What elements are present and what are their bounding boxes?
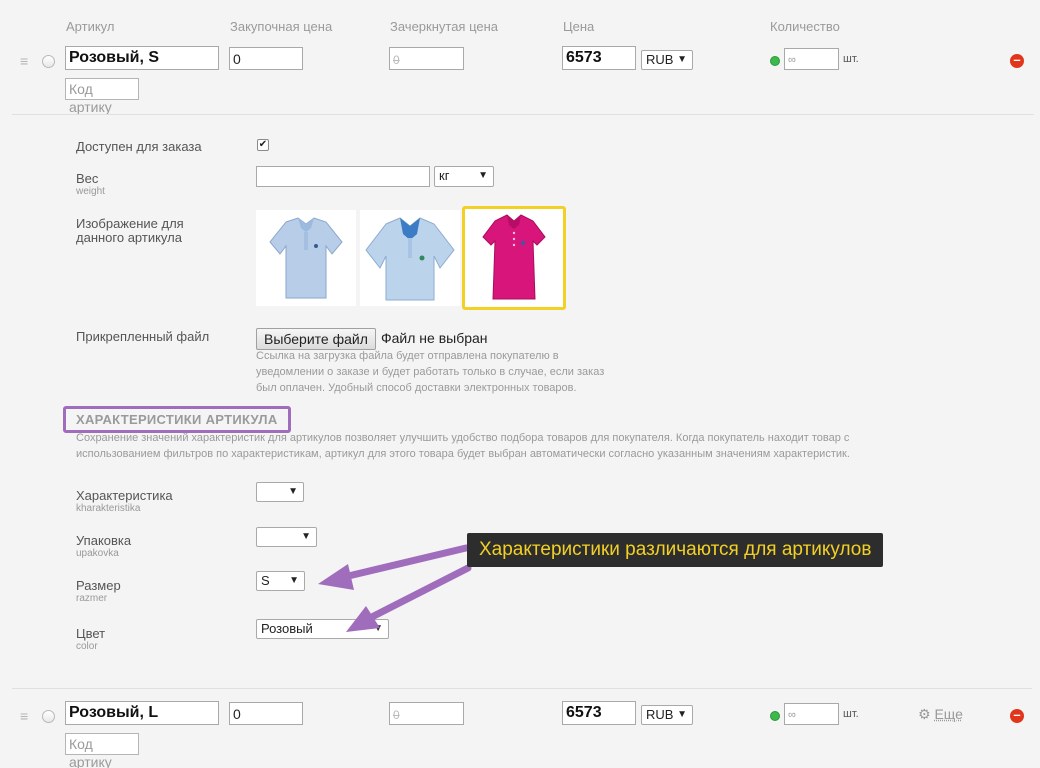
row-divider: [12, 688, 1032, 689]
size-label: Размер: [76, 578, 121, 593]
column-header-compare-price: Зачеркнутая цена: [390, 19, 499, 34]
currency-select[interactable]: RUB ▼: [641, 705, 693, 725]
remove-sku-icon[interactable]: –: [1010, 708, 1024, 723]
choose-file-button[interactable]: Выберите файл: [256, 328, 376, 350]
purchase-price-input[interactable]: 0: [229, 702, 303, 725]
characteristic-select[interactable]: ▼: [256, 482, 304, 502]
sku-image-option-blue-polo[interactable]: [360, 210, 460, 306]
chevron-down-icon: ▼: [677, 54, 687, 65]
characteristics-description-line1: Сохранение значений характеристик для ар…: [76, 432, 850, 444]
chevron-down-icon: ▼: [677, 709, 687, 720]
chevron-down-icon: ▼: [478, 170, 488, 181]
quantity-input[interactable]: ∞: [784, 703, 839, 725]
file-hint-line2: уведомлении о заказе и будет работать то…: [256, 366, 605, 378]
currency-value: RUB: [646, 707, 674, 722]
column-header-price: Цена: [563, 19, 595, 34]
column-header-sku: Артикул: [66, 19, 115, 34]
more-settings-link[interactable]: ⚙ Еще: [918, 706, 963, 723]
size-value: S: [261, 573, 270, 588]
purchase-price-input[interactable]: 0: [229, 47, 303, 70]
sku-code-input[interactable]: Код артику: [65, 733, 139, 768]
annotation-arrows: [318, 544, 472, 632]
weight-sublabel: weight: [76, 186, 105, 197]
weight-unit-select[interactable]: кг ▼: [434, 166, 494, 187]
sku-characteristics-title: ХАРАКТЕРИСТИКИ АРТИКУЛА: [63, 406, 291, 433]
characteristics-description-line2: использованием фильтров по характеристик…: [76, 448, 850, 460]
available-label: Доступен для заказа: [76, 139, 202, 154]
packaging-sublabel: upakovka: [76, 548, 119, 559]
annotation-callout: Характеристики различаются для артикулов: [467, 533, 884, 567]
packaging-label: Упаковка: [76, 533, 132, 548]
sku-image-option-light-blue-polo[interactable]: [256, 210, 356, 306]
sku-image-option-pink-polo-selected[interactable]: [462, 206, 566, 310]
remove-sku-icon[interactable]: –: [1010, 53, 1024, 68]
column-header-quantity: Количество: [770, 19, 840, 34]
file-hint-line1: Ссылка на загрузка файла будет отправлен…: [256, 350, 559, 362]
compare-price-input[interactable]: 0: [389, 702, 464, 725]
compare-price-value: 0: [393, 53, 400, 67]
in-stock-status-icon: [770, 711, 780, 721]
characteristic-sublabel: kharakteristika: [76, 503, 141, 514]
polo-shirt-icon: [269, 217, 343, 299]
weight-unit-value: кг: [439, 168, 450, 183]
default-sku-radio[interactable]: [42, 55, 55, 68]
more-link-label: Еще: [934, 706, 963, 722]
polo-shirt-icon: [482, 214, 546, 300]
row-divider: [12, 114, 1034, 115]
price-input[interactable]: 6573: [562, 701, 636, 725]
file-hint-line3: был оплачен. Удобный способ доставки эле…: [256, 382, 577, 394]
drag-handle-icon[interactable]: ≡: [20, 54, 28, 68]
quantity-unit: шт.: [843, 708, 859, 720]
weight-input[interactable]: [256, 166, 430, 187]
size-select[interactable]: S ▼: [256, 571, 305, 591]
image-label-line2: данного артикула: [76, 230, 182, 245]
quantity-input[interactable]: ∞: [784, 48, 839, 70]
file-status-text: Файл не выбран: [381, 330, 488, 346]
polo-shirt-icon: [365, 217, 455, 301]
default-sku-radio[interactable]: [42, 710, 55, 723]
price-input[interactable]: 6573: [562, 46, 636, 70]
compare-price-value: 0: [393, 708, 400, 722]
sku-name-input[interactable]: Розовый, S: [65, 46, 219, 70]
in-stock-status-icon: [770, 56, 780, 66]
chevron-down-icon: ▼: [288, 486, 298, 497]
quantity-unit: шт.: [843, 53, 859, 65]
image-label-line1: Изображение для: [76, 216, 184, 231]
sku-name-input[interactable]: Розовый, L: [65, 701, 219, 725]
available-checkbox[interactable]: ✔: [257, 139, 269, 151]
color-label: Цвет: [76, 626, 106, 641]
gear-icon: ⚙: [918, 706, 931, 722]
compare-price-input[interactable]: 0: [389, 47, 464, 70]
weight-label: Вес: [76, 171, 99, 186]
currency-value: RUB: [646, 52, 674, 67]
column-header-purchase-price: Закупочная цена: [230, 19, 333, 34]
sku-code-input[interactable]: Код артику: [65, 78, 139, 115]
color-sublabel: color: [76, 641, 98, 652]
currency-select[interactable]: RUB ▼: [641, 50, 693, 70]
attached-file-label: Прикрепленный файл: [76, 329, 210, 344]
drag-handle-icon[interactable]: ≡: [20, 709, 28, 723]
chevron-down-icon: ▼: [289, 575, 299, 586]
size-sublabel: razmer: [76, 593, 108, 604]
characteristic-label: Характеристика: [76, 488, 173, 503]
